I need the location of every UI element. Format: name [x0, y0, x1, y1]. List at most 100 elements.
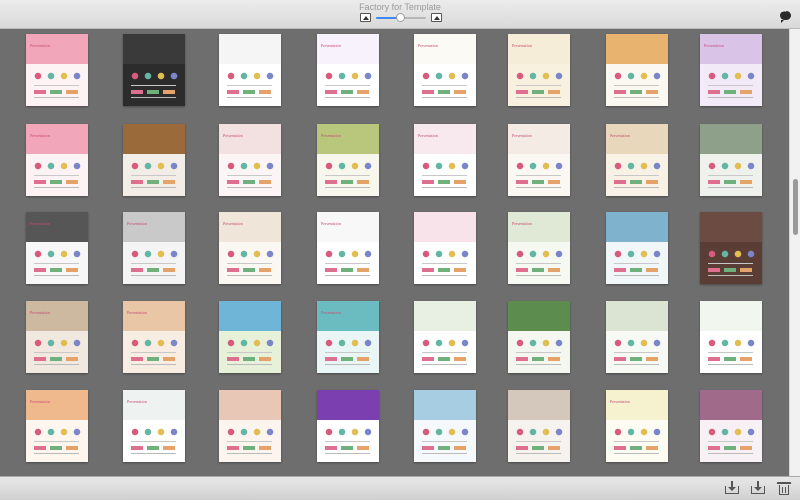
thumbnail-cover	[26, 301, 88, 331]
thumbnail-graphics	[610, 424, 664, 458]
template-thumbnail[interactable]	[700, 124, 762, 196]
thumbnail-cover	[606, 124, 668, 154]
thumbnail-graphics	[127, 158, 181, 192]
thumbnail-cover	[317, 124, 379, 154]
thumbnail-cover	[700, 390, 762, 420]
thumbnail-title: Presentation	[30, 43, 50, 48]
window-title: Factory for Template	[359, 2, 441, 12]
thumbnail-size-slider[interactable]	[376, 13, 426, 22]
template-thumbnail[interactable]: Presentation	[508, 124, 570, 196]
template-thumbnail[interactable]	[508, 390, 570, 462]
import-tray-icon[interactable]	[724, 481, 740, 495]
thumbnail-graphics	[30, 68, 84, 102]
template-thumbnail[interactable]	[219, 390, 281, 462]
slider-knob[interactable]	[396, 13, 405, 22]
template-thumbnail[interactable]: Presentation	[508, 212, 570, 284]
save-tray-icon[interactable]	[750, 481, 766, 495]
template-thumbnail[interactable]	[606, 34, 668, 106]
thumbnail-title: Presentation	[418, 43, 438, 48]
template-thumbnail[interactable]	[317, 390, 379, 462]
template-thumbnail[interactable]	[700, 212, 762, 284]
thumbnail-graphics	[127, 424, 181, 458]
template-thumbnail[interactable]	[606, 301, 668, 373]
template-thumbnail[interactable]	[123, 124, 185, 196]
template-thumbnail[interactable]	[700, 301, 762, 373]
thumbnail-graphics	[30, 158, 84, 192]
thumbnail-graphics	[127, 335, 181, 369]
template-thumbnail[interactable]: Presentation	[606, 124, 668, 196]
template-thumbnail[interactable]: Presentation	[606, 390, 668, 462]
thumbnail-cover	[414, 124, 476, 154]
template-thumbnail[interactable]: Presentation	[123, 390, 185, 462]
thumbnail-graphics	[704, 246, 758, 280]
thumbnail-cover	[606, 301, 668, 331]
template-thumbnail[interactable]: Presentation	[700, 34, 762, 106]
template-thumbnail[interactable]	[414, 390, 476, 462]
thumbnail-title: Presentation	[610, 133, 630, 138]
template-thumbnail[interactable]: Presentation	[26, 34, 88, 106]
thumbnail-cover	[414, 212, 476, 242]
thumbnail-cover	[508, 124, 570, 154]
thumbnail-title: Presentation	[321, 133, 341, 138]
thumbnail-cover	[508, 390, 570, 420]
thumbnail-graphics	[610, 246, 664, 280]
thumbnail-title: Presentation	[127, 310, 147, 315]
thumbnail-graphics	[610, 335, 664, 369]
template-thumbnail[interactable]: Presentation	[123, 212, 185, 284]
template-thumbnail[interactable]: Presentation	[26, 301, 88, 373]
template-thumbnail[interactable]: Presentation	[26, 390, 88, 462]
template-thumbnail[interactable]	[219, 301, 281, 373]
trash-icon[interactable]	[776, 481, 792, 495]
template-thumbnail[interactable]: Presentation	[219, 124, 281, 196]
template-thumbnail[interactable]	[123, 34, 185, 106]
thumbnail-graphics	[610, 68, 664, 102]
template-thumbnail[interactable]: Presentation	[317, 34, 379, 106]
thumbnail-cover	[123, 390, 185, 420]
template-thumbnail[interactable]: Presentation	[26, 212, 88, 284]
image-large-icon[interactable]	[431, 13, 442, 22]
template-thumbnail[interactable]	[700, 390, 762, 462]
thumbnail-graphics	[30, 246, 84, 280]
thumbnail-graphics	[223, 335, 277, 369]
template-thumbnail[interactable]	[414, 212, 476, 284]
thumbnail-graphics	[512, 424, 566, 458]
thumbnail-title: Presentation	[30, 310, 50, 315]
template-thumbnail[interactable]: Presentation	[317, 124, 379, 196]
template-thumbnail[interactable]: Presentation	[219, 212, 281, 284]
template-thumbnail[interactable]: Presentation	[414, 124, 476, 196]
thumbnail-graphics	[704, 68, 758, 102]
image-small-icon[interactable]	[360, 13, 371, 22]
thumbnail-cover	[26, 212, 88, 242]
thumbnail-graphics	[321, 158, 375, 192]
thumbnail-title: Presentation	[512, 43, 532, 48]
trash-can	[779, 485, 789, 495]
thumbnail-title: Presentation	[223, 221, 243, 226]
thumbnail-title: Presentation	[30, 221, 50, 226]
template-thumbnail[interactable]	[219, 34, 281, 106]
thumbnail-graphics	[321, 68, 375, 102]
vertical-scrollbar[interactable]	[789, 29, 800, 476]
thumbnail-cover	[123, 301, 185, 331]
thumbnail-cover	[317, 390, 379, 420]
thumbnail-cover	[219, 301, 281, 331]
template-thumbnail[interactable]: Presentation	[123, 301, 185, 373]
thumbnail-title: Presentation	[321, 310, 341, 315]
template-thumbnail[interactable]: Presentation	[317, 301, 379, 373]
thumbnail-cover	[123, 212, 185, 242]
template-thumbnail[interactable]	[414, 301, 476, 373]
thumbnail-cover	[123, 124, 185, 154]
template-thumbnail[interactable]	[606, 212, 668, 284]
thumbnail-graphics	[704, 335, 758, 369]
thumbnail-title: Presentation	[321, 221, 341, 226]
template-thumbnail[interactable]: Presentation	[508, 34, 570, 106]
template-thumbnail[interactable]: Presentation	[26, 124, 88, 196]
thumbnail-graphics	[30, 424, 84, 458]
template-thumbnail[interactable]: Presentation	[317, 212, 379, 284]
thumbnail-size-control	[360, 13, 446, 25]
template-thumbnail[interactable]: Presentation	[414, 34, 476, 106]
thumbnail-graphics	[418, 68, 472, 102]
template-thumbnail[interactable]	[508, 301, 570, 373]
scrollbar-thumb[interactable]	[793, 179, 798, 235]
chat-bubble-icon[interactable]	[780, 7, 791, 23]
thumbnail-cover	[26, 390, 88, 420]
